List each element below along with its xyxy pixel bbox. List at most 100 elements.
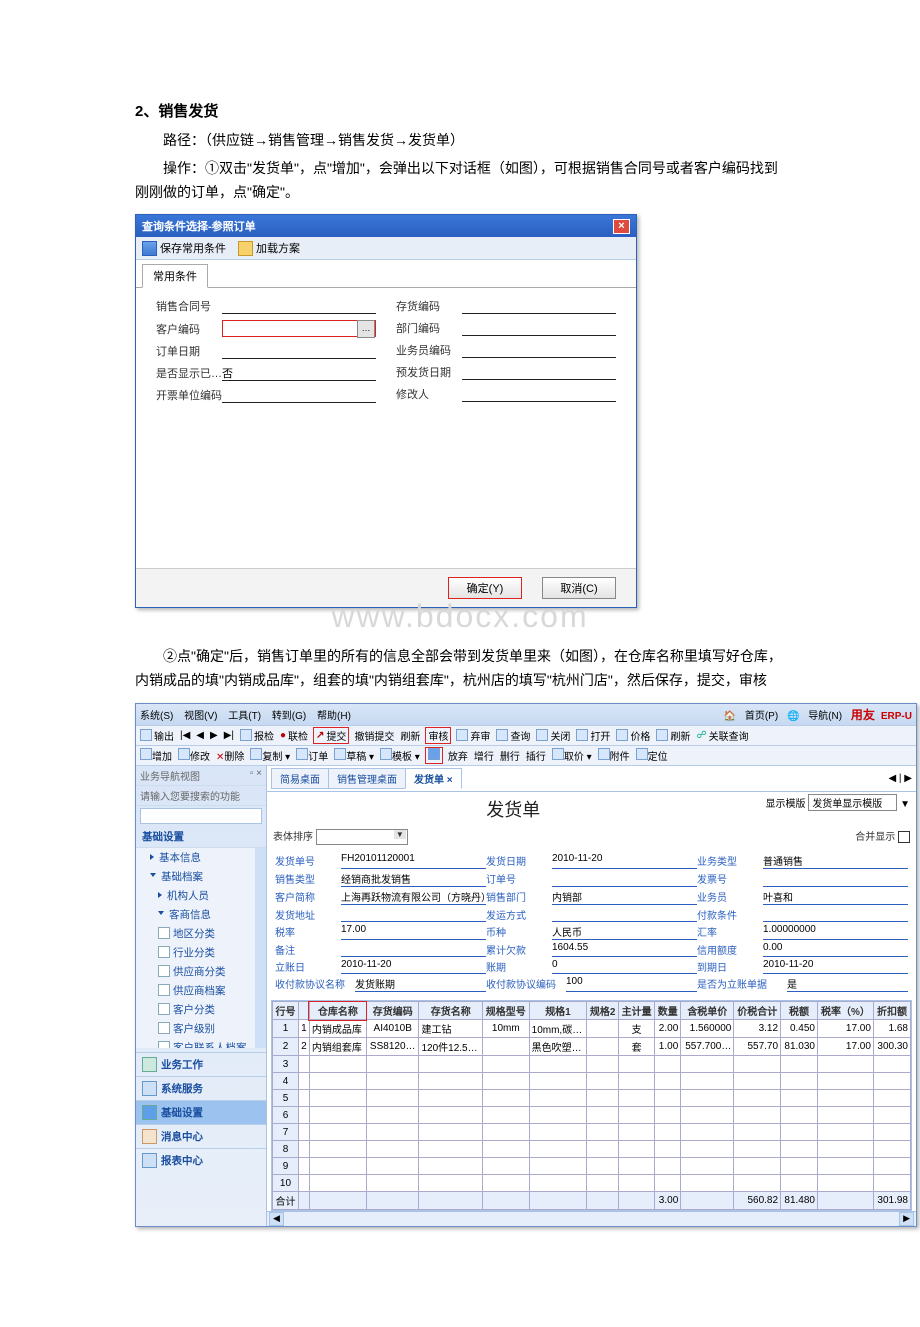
col-taxrate[interactable]: 税率（%）: [818, 1002, 874, 1020]
val-pay-code[interactable]: 100: [566, 976, 697, 992]
input-invoice-unit[interactable]: [222, 387, 376, 403]
input-stock-code[interactable]: [462, 298, 616, 314]
menu-goto[interactable]: 转到(G): [272, 711, 306, 722]
cat-base[interactable]: 基础设置: [136, 826, 266, 848]
val-dept[interactable]: 内销部: [552, 889, 697, 905]
input-modifier[interactable]: [462, 386, 616, 402]
tb-draft[interactable]: 草稿 ▾: [334, 748, 374, 763]
input-order-date[interactable]: [222, 343, 376, 359]
val-ship-no[interactable]: FH20101120001: [341, 853, 486, 869]
tb-inspect2[interactable]: ●联检: [280, 728, 308, 743]
menu-view[interactable]: 视图(V): [184, 711, 217, 722]
input-customer-code[interactable]: …: [222, 320, 376, 337]
tb-nav-first[interactable]: |◀: [180, 730, 190, 741]
tb-template[interactable]: 模板 ▾: [380, 748, 420, 763]
table-row[interactable]: 7: [273, 1124, 911, 1141]
tb-delete[interactable]: ✕删除: [216, 748, 244, 763]
h-scrollbar[interactable]: ◀▶: [267, 1211, 916, 1226]
tb-save[interactable]: [426, 748, 442, 763]
bnav-reports[interactable]: 报表中心: [136, 1148, 266, 1172]
val-pay-term[interactable]: [763, 907, 908, 922]
nav-industry[interactable]: 行业分类: [136, 943, 255, 962]
col-spec2[interactable]: 规格2: [587, 1002, 619, 1020]
val-due[interactable]: 2010-11-20: [763, 959, 908, 974]
bnav-work[interactable]: 业务工作: [136, 1052, 266, 1076]
tb-refresh[interactable]: 刷新: [400, 728, 420, 743]
merge-checkbox[interactable]: [898, 831, 910, 843]
val-ship-method[interactable]: [552, 907, 697, 922]
table-row[interactable]: 6: [273, 1107, 911, 1124]
bnav-system[interactable]: 系统服务: [136, 1076, 266, 1100]
table-row[interactable]: 8: [273, 1141, 911, 1158]
cancel-button[interactable]: 取消(C): [542, 577, 616, 599]
nav-supplier-cat[interactable]: 供应商分类: [136, 962, 255, 981]
bnav-base-settings[interactable]: 基础设置: [136, 1100, 266, 1124]
close-icon[interactable]: ×: [613, 219, 630, 234]
tb-getprice[interactable]: 取价 ▾: [552, 748, 592, 763]
val-is-acct[interactable]: 是: [787, 976, 908, 992]
col-warehouse[interactable]: 仓库名称: [309, 1002, 366, 1020]
tb-inspect[interactable]: 报检: [240, 728, 274, 743]
tb-addrow[interactable]: 增行: [474, 748, 494, 763]
nav-customer-cat[interactable]: 客户分类: [136, 1000, 255, 1019]
tab-simple-desktop[interactable]: 简易桌面: [271, 768, 329, 789]
tb-locate[interactable]: 定位: [636, 748, 668, 763]
col-goods-code[interactable]: 存货编码: [366, 1002, 419, 1020]
tb-abandon[interactable]: 放弃: [448, 748, 468, 763]
table-row[interactable]: 5: [273, 1090, 911, 1107]
col-price[interactable]: 含税单价: [681, 1002, 734, 1020]
val-debt[interactable]: 1604.55: [552, 942, 697, 957]
tb-output[interactable]: 输出: [140, 728, 174, 743]
col-disc[interactable]: 折扣额: [873, 1002, 910, 1020]
tb-nav-last[interactable]: ▶|: [224, 730, 234, 741]
menu-system[interactable]: 系统(S): [140, 711, 173, 722]
menu-tools[interactable]: 工具(T): [228, 711, 261, 722]
nav-link[interactable]: 🌐 导航(N): [787, 711, 842, 722]
val-credit[interactable]: 0.00: [763, 942, 908, 957]
col-mark[interactable]: [298, 1002, 309, 1020]
col-tax[interactable]: 税额: [781, 1002, 818, 1020]
nav-org[interactable]: 机构人员: [136, 886, 255, 905]
tb-unsubmit[interactable]: 撤销提交: [354, 728, 394, 743]
nav-basic-archive[interactable]: 基础档案: [136, 867, 255, 886]
nav-customer-level[interactable]: 客户级别: [136, 1019, 255, 1038]
save-conditions-button[interactable]: 保存常用条件: [142, 240, 226, 256]
load-scheme-button[interactable]: 加载方案: [238, 240, 300, 256]
val-period[interactable]: 0: [552, 959, 697, 974]
input-contract[interactable]: [222, 298, 376, 314]
val-currency[interactable]: 人民币: [552, 924, 697, 940]
tb-price[interactable]: 价格: [616, 728, 650, 743]
val-ship-date[interactable]: 2010-11-20: [552, 853, 697, 869]
tb-edit[interactable]: 修改: [178, 748, 210, 763]
table-row[interactable]: 11内销成品库AI4010B建工钻10mm10mm,碳…支2.001.56000…: [273, 1020, 911, 1038]
nav-supplier-file[interactable]: 供应商档案: [136, 981, 255, 1000]
tb-refresh2[interactable]: 刷新: [656, 728, 690, 743]
table-row[interactable]: 4: [273, 1073, 911, 1090]
table-row[interactable]: 9: [273, 1158, 911, 1175]
tb-delrow[interactable]: 删行: [500, 748, 520, 763]
col-qty[interactable]: 数量: [655, 1002, 681, 1020]
val-invoice-no[interactable]: [763, 871, 908, 887]
table-row[interactable]: 10: [273, 1175, 911, 1192]
tb-copy[interactable]: 复制 ▾: [250, 748, 290, 763]
bnav-messages[interactable]: 消息中心: [136, 1124, 266, 1148]
col-unit[interactable]: 主计量: [619, 1002, 655, 1020]
input-show-done[interactable]: 否: [222, 365, 376, 381]
lookup-icon[interactable]: …: [357, 320, 375, 338]
val-ship-addr[interactable]: [341, 907, 486, 922]
tb-open[interactable]: 打开: [576, 728, 610, 743]
val-biztype[interactable]: 普通销售: [763, 853, 908, 869]
val-exrate[interactable]: 1.00000000: [763, 924, 908, 940]
tb-abandon-audit[interactable]: 弃审: [456, 728, 490, 743]
tb-attachment[interactable]: 附件: [598, 748, 630, 763]
menu-help[interactable]: 帮助(H): [317, 711, 351, 722]
input-salesman-code[interactable]: [462, 342, 616, 358]
home-link[interactable]: 🏠 首页(P): [724, 711, 779, 722]
val-pay-name[interactable]: 发货账期: [355, 976, 486, 992]
val-order-no[interactable]: [552, 871, 697, 887]
col-sum[interactable]: 价税合计: [734, 1002, 781, 1020]
nav-contact[interactable]: 客户联系人档案: [136, 1038, 255, 1048]
dialog-titlebar[interactable]: 查询条件选择-参照订单 ×: [136, 215, 636, 237]
val-salesman[interactable]: 叶喜和: [763, 889, 908, 905]
table-row[interactable]: 22内销组套库SS8120…120件12.5…黑色吹塑…套1.00557.700…: [273, 1038, 911, 1056]
